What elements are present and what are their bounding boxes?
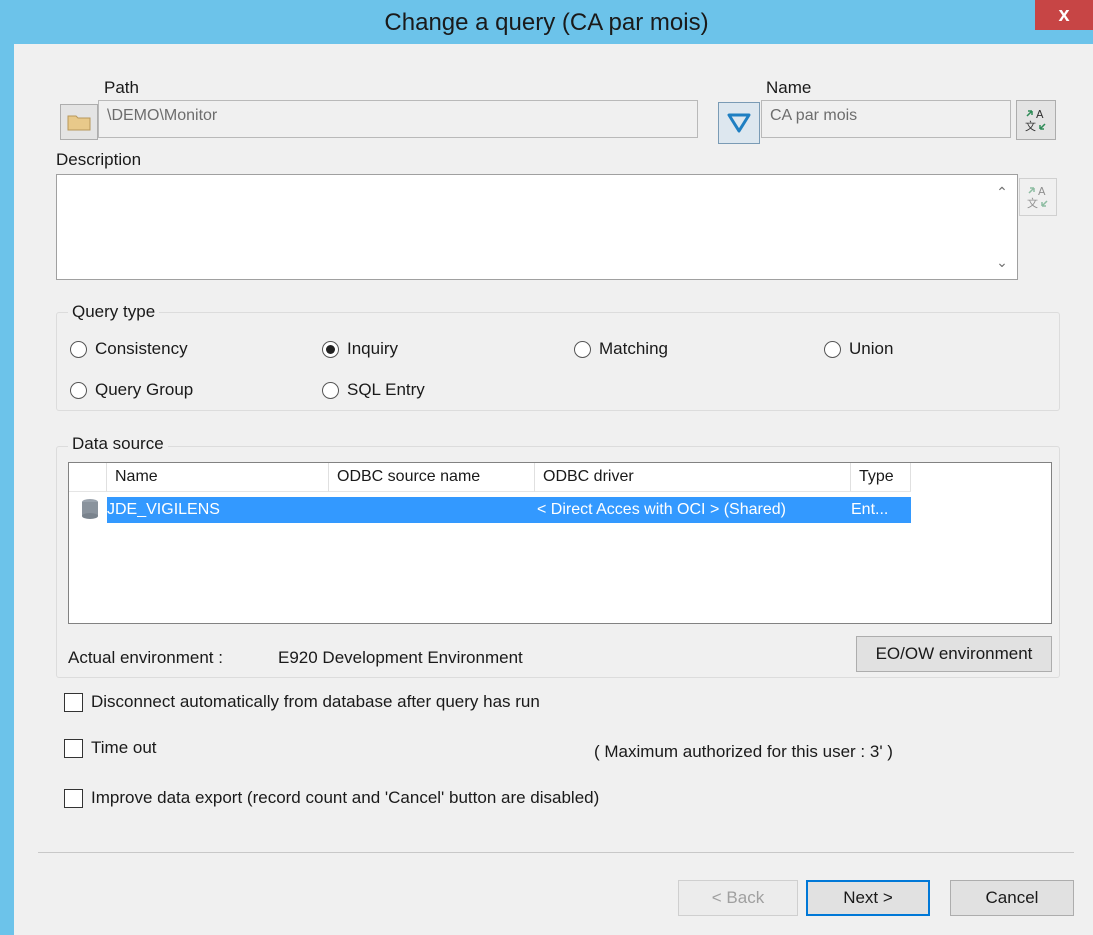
radio-union[interactable]: Union [824,339,893,359]
back-button[interactable]: < Back [678,880,798,916]
cell-type: Ent... [851,501,889,518]
name-label: Name [766,78,812,97]
radio-label: Inquiry [347,339,399,358]
path-field[interactable]: \DEMO\Monitor [98,100,698,138]
description-textarea[interactable]: ⌃ ⌄ [56,174,1018,280]
radio-button [70,340,87,358]
radio-label: Query Group [95,380,194,399]
radio-label: Consistency [95,339,188,358]
radio-sql-entry[interactable]: SQL Entry [322,380,425,400]
cancel-button[interactable]: Cancel [950,880,1074,916]
actual-environment-value: E920 Development Environment [278,648,523,667]
query-type-label: Query type [68,302,160,322]
svg-text:文: 文 [1025,119,1036,133]
description-label: Description [56,150,142,169]
column-header-odbc-driver[interactable]: ODBC driver [535,463,851,492]
title-bar: Change a query (CA par mois) x [0,0,1093,44]
window-frame-left [0,0,14,935]
column-header-odbc-source[interactable]: ODBC source name [329,463,535,492]
scroll-down-icon[interactable]: ⌄ [989,247,1015,277]
timeout-note: ( Maximum authorized for this user : 3' … [594,742,893,761]
eo-ow-environment-button[interactable]: EO/OW environment [856,636,1052,672]
disconnect-checkbox[interactable]: Disconnect automatically from database a… [64,692,540,712]
radio-button [322,381,339,399]
radio-button [824,340,841,358]
folder-icon [67,115,91,131]
actual-environment-label: Actual environment : [68,648,223,667]
column-header-icon [69,463,107,492]
column-header-name[interactable]: Name [107,463,329,492]
scroll-up-icon[interactable]: ⌃ [989,177,1015,207]
checkbox-label: Improve data export (record count and 'C… [91,788,600,807]
checkbox [64,788,83,808]
filter-funnel-icon [727,113,751,133]
checkbox-label: Time out [91,738,157,757]
window-title: Change a query (CA par mois) [384,9,709,36]
data-source-list[interactable]: Name ODBC source name ODBC driver Type J… [68,462,1052,624]
close-button[interactable]: x [1035,0,1093,30]
next-button[interactable]: Next > [806,880,930,916]
radio-button [70,381,87,399]
description-text [57,175,1017,183]
radio-consistency[interactable]: Consistency [70,339,188,359]
radio-query-group[interactable]: Query Group [70,380,193,400]
timeout-checkbox[interactable]: Time out [64,738,157,758]
svg-text:A: A [1036,108,1044,121]
translate-description-button[interactable]: A 文 [1019,178,1057,216]
svg-text:文: 文 [1027,196,1038,210]
radio-label: Union [849,339,894,358]
dialog-client-area: Path \DEMO\Monitor Name CA par mois A 文 … [14,44,1093,935]
separator [38,852,1074,853]
column-header-type[interactable]: Type [851,463,911,492]
radio-inquiry[interactable]: Inquiry [322,339,398,359]
translate-icon: A 文 [1027,185,1048,210]
name-field[interactable]: CA par mois [761,100,1011,138]
radio-button-selected [322,340,339,358]
query-type-group [56,312,1060,411]
radio-matching[interactable]: Matching [574,339,668,359]
improve-export-checkbox[interactable]: Improve data export (record count and 'C… [64,788,599,808]
checkbox-label: Disconnect automatically from database a… [91,692,540,711]
checkbox [64,692,83,712]
radio-label: Matching [599,339,668,358]
checkbox [64,738,83,758]
browse-folder-button[interactable] [60,104,98,140]
cell-odbc-driver: < Direct Acces with OCI > (Shared) [537,501,786,518]
translate-icon: A 文 [1025,108,1046,133]
translate-name-button[interactable]: A 文 [1016,100,1056,140]
radio-label: SQL Entry [347,380,425,399]
radio-button [574,340,591,358]
path-label: Path [104,78,139,97]
table-row[interactable]: JDE_VIGILENS < Direct Acces with OCI > (… [107,497,911,523]
filter-button[interactable] [718,102,760,144]
svg-text:A: A [1038,185,1046,198]
cell-name: JDE_VIGILENS [107,501,220,518]
database-icon [81,498,99,520]
data-source-label: Data source [68,434,168,454]
